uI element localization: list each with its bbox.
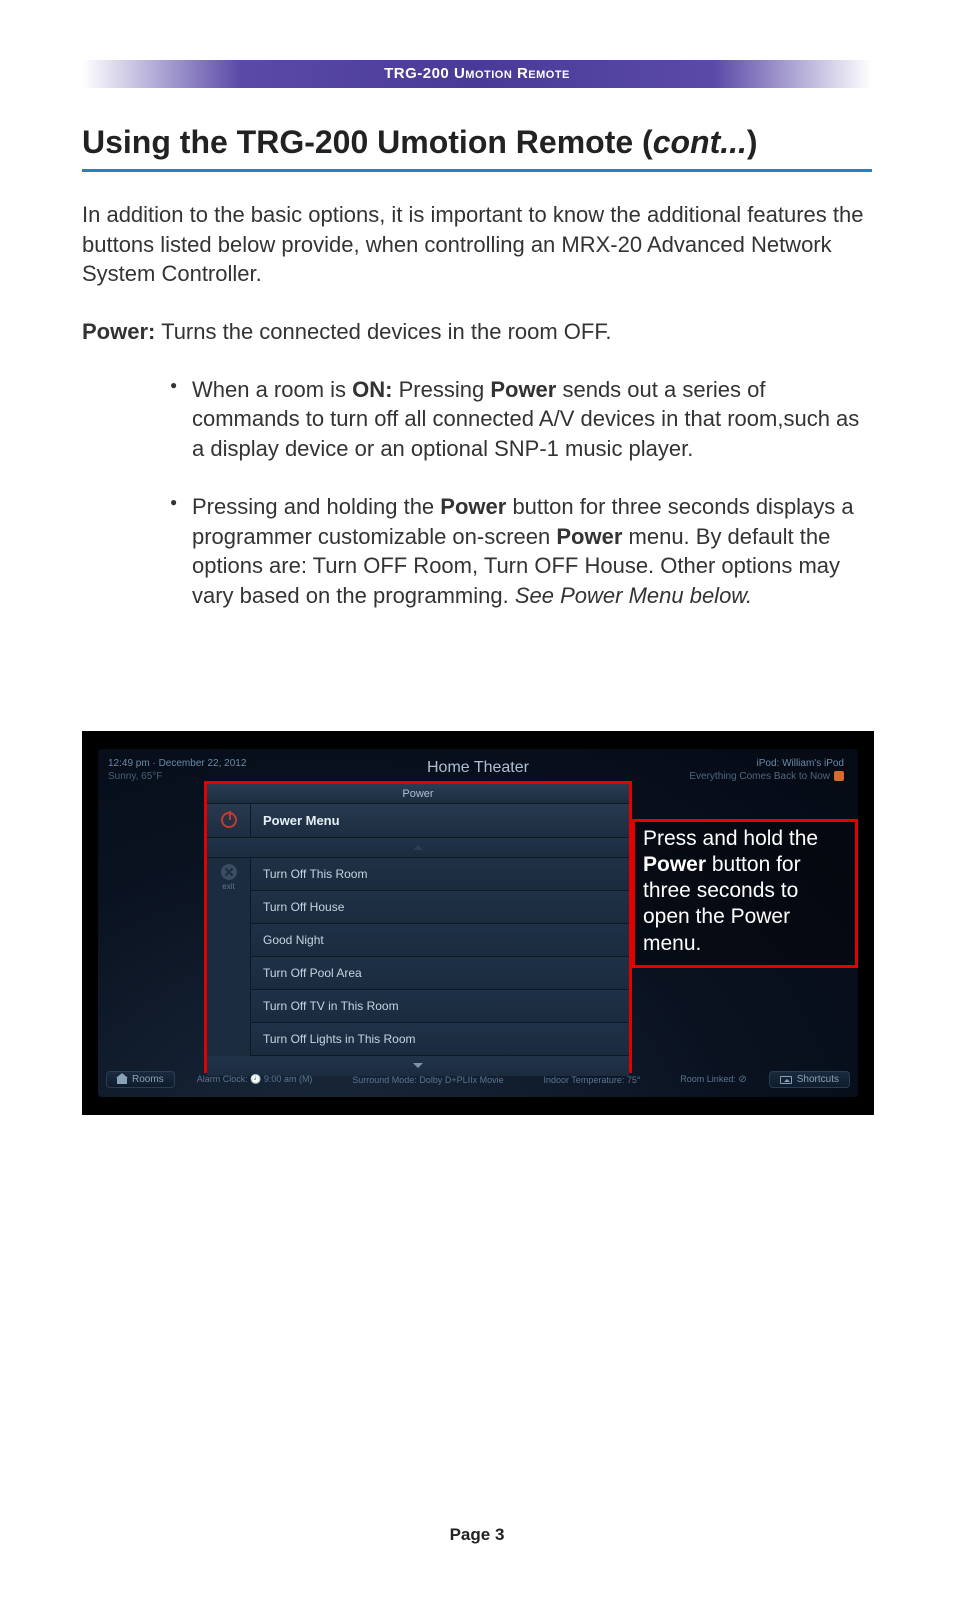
intro-paragraph: In addition to the basic options, it is … xyxy=(82,200,872,289)
bullet-2: Pressing and holding the Power button fo… xyxy=(170,492,872,611)
power-panel-highlight: Power Power Menu exit xyxy=(204,781,632,1073)
list-item[interactable]: Turn Off Lights in This Room xyxy=(251,1023,629,1056)
heading-cont: cont... xyxy=(653,124,747,160)
list-item[interactable]: Turn Off House xyxy=(251,891,629,924)
linked-label: Room Linked: xyxy=(680,1074,736,1084)
alarm-label: Alarm Clock: xyxy=(197,1074,248,1084)
room-linked: Room Linked: ⊘ xyxy=(680,1074,746,1085)
callout-box: Press and hold the Power button for thre… xyxy=(632,819,858,968)
b1-d: Power xyxy=(490,377,556,402)
power-icon xyxy=(221,812,237,828)
b2-b: Power xyxy=(440,494,506,519)
b1-b: ON: xyxy=(352,377,392,402)
page-number: Page 3 xyxy=(0,1525,954,1545)
exit-button[interactable]: exit xyxy=(207,858,251,1056)
list-item[interactable]: Turn Off This Room xyxy=(251,858,629,891)
b2-a: Pressing and holding the xyxy=(192,494,440,519)
list-item[interactable]: Turn Off TV in This Room xyxy=(251,990,629,1023)
power-desc: Turns the connected devices in the room … xyxy=(155,319,611,344)
scroll-up[interactable] xyxy=(207,838,629,858)
indoor-temp: Indoor Temperature: 75° xyxy=(543,1075,640,1085)
ipod-label: iPod: William's iPod xyxy=(689,757,844,770)
rooms-label: Rooms xyxy=(132,1074,164,1085)
b1-a: When a room is xyxy=(192,377,352,402)
list-item[interactable]: Good Night xyxy=(251,924,629,957)
link-icon: ⊘ xyxy=(738,1074,746,1085)
bottom-bar: Rooms Alarm Clock: 🕗 9:00 am (M) Surroun… xyxy=(106,1069,850,1091)
heading-rule xyxy=(82,169,872,172)
now-playing: Everything Comes Back to Now xyxy=(689,771,830,782)
power-paragraph: Power: Turns the connected devices in th… xyxy=(82,317,872,347)
status-top-right: iPod: William's iPod Everything Comes Ba… xyxy=(689,757,844,783)
callout-b: Power xyxy=(643,853,706,876)
power-button[interactable] xyxy=(207,803,251,837)
chevron-up-icon xyxy=(413,845,423,850)
panel-title: Power Menu xyxy=(251,813,340,828)
callout-a: Press and hold the xyxy=(643,827,818,850)
alarm-status: Alarm Clock: 🕗 9:00 am (M) xyxy=(197,1074,313,1085)
bullet-1: When a room is ON: Pressing Power sends … xyxy=(170,375,872,464)
surround-status: Surround Mode: Dolby D+PLIIx Movie xyxy=(352,1075,503,1085)
page-heading: Using the TRG-200 Umotion Remote (cont..… xyxy=(82,124,872,161)
shortcuts-label: Shortcuts xyxy=(797,1074,839,1085)
alarm-value: 9:00 am (M) xyxy=(264,1074,313,1084)
home-icon xyxy=(117,1075,127,1084)
header-band: TRG-200 Umotion Remote xyxy=(82,60,872,88)
power-menu-list: Turn Off This Room Turn Off House Good N… xyxy=(251,858,629,1056)
rooms-button[interactable]: Rooms xyxy=(106,1071,175,1088)
b1-c: Pressing xyxy=(393,377,491,402)
power-label: Power: xyxy=(82,319,155,344)
panel-tab[interactable]: Power xyxy=(207,784,629,804)
close-icon xyxy=(221,864,237,880)
exit-label: exit xyxy=(207,882,250,891)
panel-header: Power Menu xyxy=(207,804,629,838)
shortcuts-button[interactable]: Shortcuts xyxy=(769,1071,850,1088)
list-item[interactable]: Turn Off Pool Area xyxy=(251,957,629,990)
shortcuts-icon xyxy=(780,1076,792,1084)
b2-f: See Power Menu below. xyxy=(515,583,752,608)
screenshot: 12:49 pm · December 22, 2012 Sunny, 65°F… xyxy=(82,731,874,1115)
heading-paren-open: ( xyxy=(642,124,653,160)
now-playing-icon xyxy=(834,771,844,781)
heading-paren-close: ) xyxy=(747,124,758,160)
chevron-down-icon xyxy=(413,1063,423,1068)
heading-main: Using the TRG-200 Umotion Remote xyxy=(82,124,642,160)
b2-d: Power xyxy=(556,524,622,549)
